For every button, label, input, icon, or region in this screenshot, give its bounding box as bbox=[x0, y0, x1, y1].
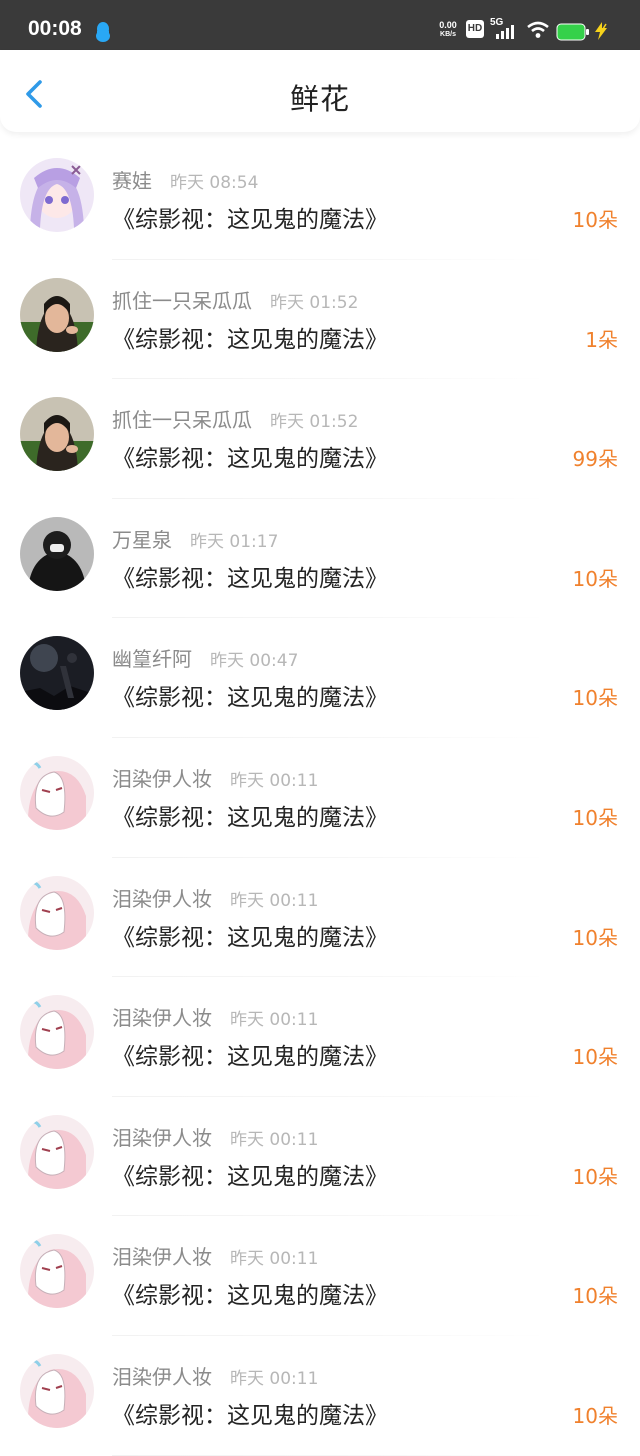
username[interactable]: 泪染伊人妆 bbox=[112, 767, 212, 791]
list-item[interactable]: 幽篁纤阿 昨天 00:47 《综影视：这见鬼的魔法》 10朵 bbox=[0, 618, 640, 738]
list-item[interactable]: 抓住一只呆瓜瓜 昨天 01:52 《综影视：这见鬼的魔法》 1朵 bbox=[0, 260, 640, 380]
list-item[interactable]: 抓住一只呆瓜瓜 昨天 01:52 《综影视：这见鬼的魔法》 99朵 bbox=[0, 379, 640, 499]
book-title[interactable]: 《综影视：这见鬼的魔法》 bbox=[112, 1037, 388, 1071]
user-line: 泪染伊人妆 昨天 00:11 bbox=[112, 883, 318, 912]
user-line: 泪染伊人妆 昨天 00:11 bbox=[112, 1241, 318, 1270]
user-line: 抓住一只呆瓜瓜 昨天 01:52 bbox=[112, 404, 358, 433]
avatar[interactable] bbox=[20, 755, 94, 830]
avatar[interactable] bbox=[20, 1114, 94, 1189]
timestamp: 昨天 00:11 bbox=[230, 1368, 319, 1389]
user-line: 泪染伊人妆 昨天 00:11 bbox=[112, 763, 318, 792]
list-item[interactable]: 泪染伊人妆 昨天 00:11 《综影视：这见鬼的魔法》 10朵 bbox=[0, 1336, 640, 1456]
avatar[interactable] bbox=[20, 277, 94, 352]
list-item[interactable]: 泪染伊人妆 昨天 00:11 《综影视：这见鬼的魔法》 10朵 bbox=[0, 858, 640, 978]
book-title[interactable]: 《综影视：这见鬼的魔法》 bbox=[112, 678, 388, 712]
username[interactable]: 抓住一只呆瓜瓜 bbox=[112, 289, 252, 313]
avatar[interactable] bbox=[20, 397, 94, 472]
avatar[interactable] bbox=[20, 875, 94, 950]
page-title: 鲜花 bbox=[289, 82, 350, 116]
username[interactable]: 泪染伊人妆 bbox=[112, 1006, 212, 1030]
header-bar: 鲜花 bbox=[0, 50, 640, 132]
flower-count: 10朵 bbox=[572, 1045, 618, 1070]
list-item[interactable]: 泪染伊人妆 昨天 00:11 《综影视：这见鬼的魔法》 10朵 bbox=[0, 977, 640, 1097]
user-line: 幽篁纤阿 昨天 00:47 bbox=[112, 643, 298, 672]
avatar[interactable] bbox=[20, 1234, 94, 1309]
book-title[interactable]: 《综影视：这见鬼的魔法》 bbox=[112, 320, 388, 354]
timestamp: 昨天 01:52 bbox=[270, 412, 359, 433]
username[interactable]: 抓住一只呆瓜瓜 bbox=[112, 408, 252, 432]
hd-label: HD bbox=[467, 23, 483, 34]
book-title[interactable]: 《综影视：这见鬼的魔法》 bbox=[112, 200, 388, 234]
wifi-icon bbox=[526, 21, 550, 43]
username[interactable]: 泪染伊人妆 bbox=[112, 1245, 212, 1269]
flower-count: 1朵 bbox=[585, 327, 618, 352]
user-line: 万星泉 昨天 01:17 bbox=[112, 524, 278, 553]
status-time: 00:08 bbox=[28, 17, 82, 40]
list-item[interactable]: 泪染伊人妆 昨天 00:11 《综影视：这见鬼的魔法》 10朵 bbox=[0, 1216, 640, 1336]
flower-count: 10朵 bbox=[572, 925, 618, 950]
flower-count: 99朵 bbox=[572, 447, 618, 472]
flower-count: 10朵 bbox=[572, 566, 618, 591]
battery-icon bbox=[556, 23, 590, 45]
timestamp: 昨天 00:11 bbox=[230, 1249, 319, 1270]
charging-bolt-icon bbox=[592, 21, 610, 45]
username[interactable]: 泪染伊人妆 bbox=[112, 887, 212, 911]
timestamp: 昨天 01:52 bbox=[270, 292, 359, 313]
flower-count: 10朵 bbox=[572, 208, 618, 232]
flower-count: 10朵 bbox=[572, 686, 618, 711]
avatar[interactable] bbox=[20, 1353, 94, 1428]
username[interactable]: 泪染伊人妆 bbox=[112, 1365, 212, 1389]
book-title[interactable]: 《综影视：这见鬼的魔法》 bbox=[112, 1396, 388, 1430]
book-title[interactable]: 《综影视：这见鬼的魔法》 bbox=[112, 1276, 388, 1310]
username[interactable]: 泪染伊人妆 bbox=[112, 1126, 212, 1150]
avatar[interactable] bbox=[20, 516, 94, 591]
list-item[interactable]: 泪染伊人妆 昨天 00:11 《综影视：这见鬼的魔法》 10朵 bbox=[0, 738, 640, 858]
net-speed: 0.00 KB/s bbox=[436, 21, 460, 39]
username[interactable]: 幽篁纤阿 bbox=[112, 647, 192, 671]
username[interactable]: 赛娃 bbox=[112, 169, 152, 193]
avatar[interactable] bbox=[20, 158, 94, 232]
user-line: 赛娃 昨天 08:54 bbox=[112, 165, 258, 194]
book-title[interactable]: 《综影视：这见鬼的魔法》 bbox=[112, 798, 388, 832]
list-item[interactable]: 赛娃 昨天 08:54 《综影视：这见鬼的魔法》 10朵 bbox=[0, 140, 640, 260]
book-title[interactable]: 《综影视：这见鬼的魔法》 bbox=[112, 1157, 388, 1191]
timestamp: 昨天 01:17 bbox=[190, 531, 279, 552]
flower-count: 10朵 bbox=[572, 1403, 618, 1428]
flower-list: 赛娃 昨天 08:54 《综影视：这见鬼的魔法》 10朵 抓住一只呆瓜瓜 昨天 01… bbox=[0, 140, 640, 1456]
book-title[interactable]: 《综影视：这见鬼的魔法》 bbox=[112, 559, 388, 593]
hd-badge: HD bbox=[466, 20, 484, 38]
timestamp: 昨天 00:11 bbox=[230, 1010, 319, 1031]
user-line: 泪染伊人妆 昨天 00:11 bbox=[112, 1002, 318, 1031]
book-title[interactable]: 《综影视：这见鬼的魔法》 bbox=[112, 918, 388, 952]
username[interactable]: 万星泉 bbox=[112, 528, 172, 552]
user-line: 泪染伊人妆 昨天 00:11 bbox=[112, 1122, 318, 1151]
net-speed-unit: KB/s bbox=[440, 31, 456, 38]
signal-icon bbox=[494, 23, 518, 45]
qq-penguin-icon bbox=[94, 21, 112, 43]
flower-count: 10朵 bbox=[572, 805, 618, 830]
user-line: 抓住一只呆瓜瓜 昨天 01:52 bbox=[112, 285, 358, 314]
timestamp: 昨天 00:47 bbox=[210, 651, 299, 672]
book-title[interactable]: 《综影视：这见鬼的魔法》 bbox=[112, 439, 388, 473]
flower-count: 10朵 bbox=[572, 1164, 618, 1189]
status-bar: 00:08 0.00 KB/s HD 5G bbox=[0, 0, 640, 50]
timestamp: 昨天 00:11 bbox=[230, 1129, 319, 1150]
timestamp: 昨天 00:11 bbox=[230, 890, 319, 911]
list-item[interactable]: 万星泉 昨天 01:17 《综影视：这见鬼的魔法》 10朵 bbox=[0, 499, 640, 619]
timestamp: 昨天 08:54 bbox=[170, 173, 259, 193]
avatar[interactable] bbox=[20, 636, 94, 711]
user-line: 泪染伊人妆 昨天 00:11 bbox=[112, 1361, 318, 1390]
status-icons: 0.00 KB/s HD 5G bbox=[436, 17, 636, 43]
flower-count: 10朵 bbox=[572, 1284, 618, 1309]
list-item[interactable]: 泪染伊人妆 昨天 00:11 《综影视：这见鬼的魔法》 10朵 bbox=[0, 1097, 640, 1217]
net-speed-value: 0.00 bbox=[439, 20, 457, 30]
avatar[interactable] bbox=[20, 995, 94, 1070]
timestamp: 昨天 00:11 bbox=[230, 770, 319, 791]
